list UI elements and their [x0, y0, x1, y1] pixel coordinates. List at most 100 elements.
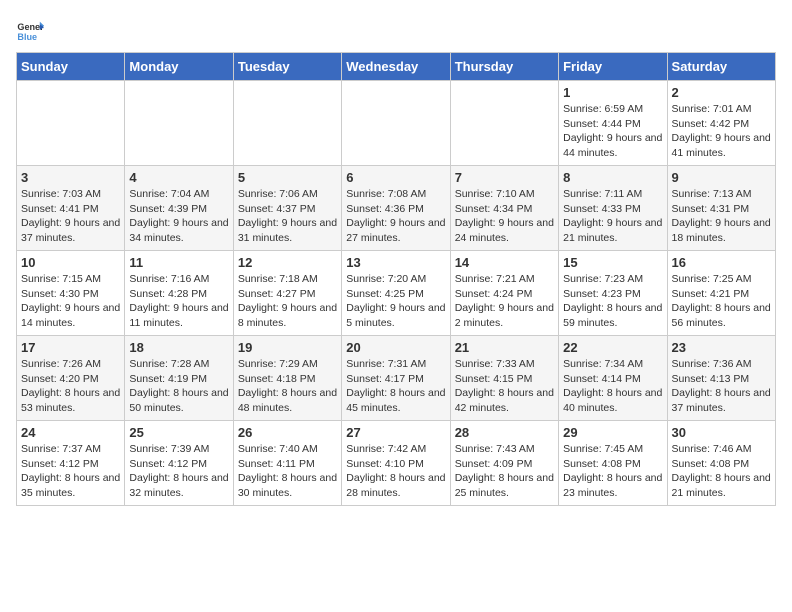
calendar-cell: 2 Sunrise: 7:01 AM Sunset: 4:42 PM Daylig…: [667, 81, 775, 166]
calendar-cell: 24 Sunrise: 7:37 AM Sunset: 4:12 PM Dayli…: [17, 421, 125, 506]
day-info: Sunrise: 7:04 AM Sunset: 4:39 PM Dayligh…: [129, 187, 228, 246]
calendar-cell: 13 Sunrise: 7:20 AM Sunset: 4:25 PM Dayli…: [342, 251, 450, 336]
weekday-header: Friday: [559, 53, 667, 81]
calendar-cell: [342, 81, 450, 166]
day-info: Sunrise: 7:26 AM Sunset: 4:20 PM Dayligh…: [21, 357, 120, 416]
calendar-cell: 5 Sunrise: 7:06 AM Sunset: 4:37 PM Daylig…: [233, 166, 341, 251]
calendar-cell: 21 Sunrise: 7:33 AM Sunset: 4:15 PM Dayli…: [450, 336, 558, 421]
day-info: Sunrise: 7:16 AM Sunset: 4:28 PM Dayligh…: [129, 272, 228, 331]
day-number: 3: [21, 170, 120, 185]
day-number: 10: [21, 255, 120, 270]
day-number: 9: [672, 170, 771, 185]
header: General Blue: [16, 16, 776, 44]
weekday-header: Thursday: [450, 53, 558, 81]
day-number: 4: [129, 170, 228, 185]
day-info: Sunrise: 7:31 AM Sunset: 4:17 PM Dayligh…: [346, 357, 445, 416]
calendar-cell: 20 Sunrise: 7:31 AM Sunset: 4:17 PM Dayli…: [342, 336, 450, 421]
day-info: Sunrise: 7:45 AM Sunset: 4:08 PM Dayligh…: [563, 442, 662, 501]
svg-text:Blue: Blue: [17, 32, 37, 42]
day-number: 19: [238, 340, 337, 355]
weekday-header: Sunday: [17, 53, 125, 81]
day-info: Sunrise: 7:29 AM Sunset: 4:18 PM Dayligh…: [238, 357, 337, 416]
calendar-cell: 15Sunrise: 7:23 AM Sunset: 4:23 PM Dayli…: [559, 251, 667, 336]
day-number: 1: [563, 85, 662, 100]
day-info: Sunrise: 7:01 AM Sunset: 4:42 PM Dayligh…: [672, 102, 771, 161]
calendar-cell: 6 Sunrise: 7:08 AM Sunset: 4:36 PM Daylig…: [342, 166, 450, 251]
calendar-cell: [125, 81, 233, 166]
logo: General Blue: [16, 16, 44, 44]
day-info: Sunrise: 7:40 AM Sunset: 4:11 PM Dayligh…: [238, 442, 337, 501]
day-number: 17: [21, 340, 120, 355]
calendar-cell: 28 Sunrise: 7:43 AM Sunset: 4:09 PM Dayli…: [450, 421, 558, 506]
day-info: Sunrise: 7:21 AM Sunset: 4:24 PM Dayligh…: [455, 272, 554, 331]
calendar-cell: 23 Sunrise: 7:36 AM Sunset: 4:13 PM Dayli…: [667, 336, 775, 421]
day-number: 21: [455, 340, 554, 355]
day-info: Sunrise: 7:08 AM Sunset: 4:36 PM Dayligh…: [346, 187, 445, 246]
day-number: 22: [563, 340, 662, 355]
day-number: 12: [238, 255, 337, 270]
day-number: 18: [129, 340, 228, 355]
day-info: Sunrise: 7:03 AM Sunset: 4:41 PM Dayligh…: [21, 187, 120, 246]
day-info: Sunrise: 7:37 AM Sunset: 4:12 PM Dayligh…: [21, 442, 120, 501]
calendar-cell: 10 Sunrise: 7:15 AM Sunset: 4:30 PM Dayli…: [17, 251, 125, 336]
weekday-header: Wednesday: [342, 53, 450, 81]
day-number: 28: [455, 425, 554, 440]
calendar-cell: 4 Sunrise: 7:04 AM Sunset: 4:39 PM Daylig…: [125, 166, 233, 251]
calendar-cell: 18 Sunrise: 7:28 AM Sunset: 4:19 PM Dayli…: [125, 336, 233, 421]
day-info: Sunrise: 7:25 AM Sunset: 4:21 PM Dayligh…: [672, 272, 771, 331]
calendar-cell: 11 Sunrise: 7:16 AM Sunset: 4:28 PM Dayli…: [125, 251, 233, 336]
calendar-cell: 8Sunrise: 7:11 AM Sunset: 4:33 PM Daylig…: [559, 166, 667, 251]
day-number: 5: [238, 170, 337, 185]
day-info: Sunrise: 7:36 AM Sunset: 4:13 PM Dayligh…: [672, 357, 771, 416]
day-number: 27: [346, 425, 445, 440]
day-info: Sunrise: 7:43 AM Sunset: 4:09 PM Dayligh…: [455, 442, 554, 501]
calendar-cell: 12 Sunrise: 7:18 AM Sunset: 4:27 PM Dayli…: [233, 251, 341, 336]
calendar-cell: 26 Sunrise: 7:40 AM Sunset: 4:11 PM Dayli…: [233, 421, 341, 506]
calendar-cell: 22 Sunrise: 7:34 AM Sunset: 4:14 PM Dayli…: [559, 336, 667, 421]
calendar-cell: 14Sunrise: 7:21 AM Sunset: 4:24 PM Dayli…: [450, 251, 558, 336]
day-number: 29: [563, 425, 662, 440]
day-number: 25: [129, 425, 228, 440]
day-info: Sunrise: 7:20 AM Sunset: 4:25 PM Dayligh…: [346, 272, 445, 331]
day-number: 13: [346, 255, 445, 270]
weekday-header: Saturday: [667, 53, 775, 81]
day-info: Sunrise: 7:34 AM Sunset: 4:14 PM Dayligh…: [563, 357, 662, 416]
day-number: 2: [672, 85, 771, 100]
calendar-cell: 16 Sunrise: 7:25 AM Sunset: 4:21 PM Dayli…: [667, 251, 775, 336]
day-number: 24: [21, 425, 120, 440]
day-info: Sunrise: 7:18 AM Sunset: 4:27 PM Dayligh…: [238, 272, 337, 331]
day-info: Sunrise: 7:15 AM Sunset: 4:30 PM Dayligh…: [21, 272, 120, 331]
calendar-cell: 25 Sunrise: 7:39 AM Sunset: 4:12 PM Dayli…: [125, 421, 233, 506]
day-info: Sunrise: 7:46 AM Sunset: 4:08 PM Dayligh…: [672, 442, 771, 501]
logo-icon: General Blue: [16, 16, 44, 44]
calendar-cell: [450, 81, 558, 166]
day-number: 11: [129, 255, 228, 270]
day-info: Sunrise: 7:13 AM Sunset: 4:31 PM Dayligh…: [672, 187, 771, 246]
calendar-cell: 7Sunrise: 7:10 AM Sunset: 4:34 PM Daylig…: [450, 166, 558, 251]
day-info: Sunrise: 7:11 AM Sunset: 4:33 PM Dayligh…: [563, 187, 662, 246]
day-number: 16: [672, 255, 771, 270]
day-number: 6: [346, 170, 445, 185]
calendar-cell: 29 Sunrise: 7:45 AM Sunset: 4:08 PM Dayli…: [559, 421, 667, 506]
day-info: Sunrise: 7:42 AM Sunset: 4:10 PM Dayligh…: [346, 442, 445, 501]
day-info: Sunrise: 6:59 AM Sunset: 4:44 PM Dayligh…: [563, 102, 662, 161]
day-number: 20: [346, 340, 445, 355]
calendar-cell: 19 Sunrise: 7:29 AM Sunset: 4:18 PM Dayli…: [233, 336, 341, 421]
day-info: Sunrise: 7:28 AM Sunset: 4:19 PM Dayligh…: [129, 357, 228, 416]
day-info: Sunrise: 7:33 AM Sunset: 4:15 PM Dayligh…: [455, 357, 554, 416]
day-number: 26: [238, 425, 337, 440]
calendar-cell: 9 Sunrise: 7:13 AM Sunset: 4:31 PM Daylig…: [667, 166, 775, 251]
calendar-cell: 1 Sunrise: 6:59 AM Sunset: 4:44 PM Daylig…: [559, 81, 667, 166]
day-info: Sunrise: 7:10 AM Sunset: 4:34 PM Dayligh…: [455, 187, 554, 246]
calendar-cell: 30 Sunrise: 7:46 AM Sunset: 4:08 PM Dayli…: [667, 421, 775, 506]
day-info: Sunrise: 7:06 AM Sunset: 4:37 PM Dayligh…: [238, 187, 337, 246]
calendar-cell: [233, 81, 341, 166]
day-info: Sunrise: 7:39 AM Sunset: 4:12 PM Dayligh…: [129, 442, 228, 501]
day-number: 30: [672, 425, 771, 440]
calendar-table: SundayMondayTuesdayWednesdayThursdayFrid…: [16, 52, 776, 506]
calendar-cell: 17 Sunrise: 7:26 AM Sunset: 4:20 PM Dayli…: [17, 336, 125, 421]
weekday-header: Monday: [125, 53, 233, 81]
calendar-cell: 27 Sunrise: 7:42 AM Sunset: 4:10 PM Dayli…: [342, 421, 450, 506]
day-number: 23: [672, 340, 771, 355]
calendar-cell: 3 Sunrise: 7:03 AM Sunset: 4:41 PM Daylig…: [17, 166, 125, 251]
